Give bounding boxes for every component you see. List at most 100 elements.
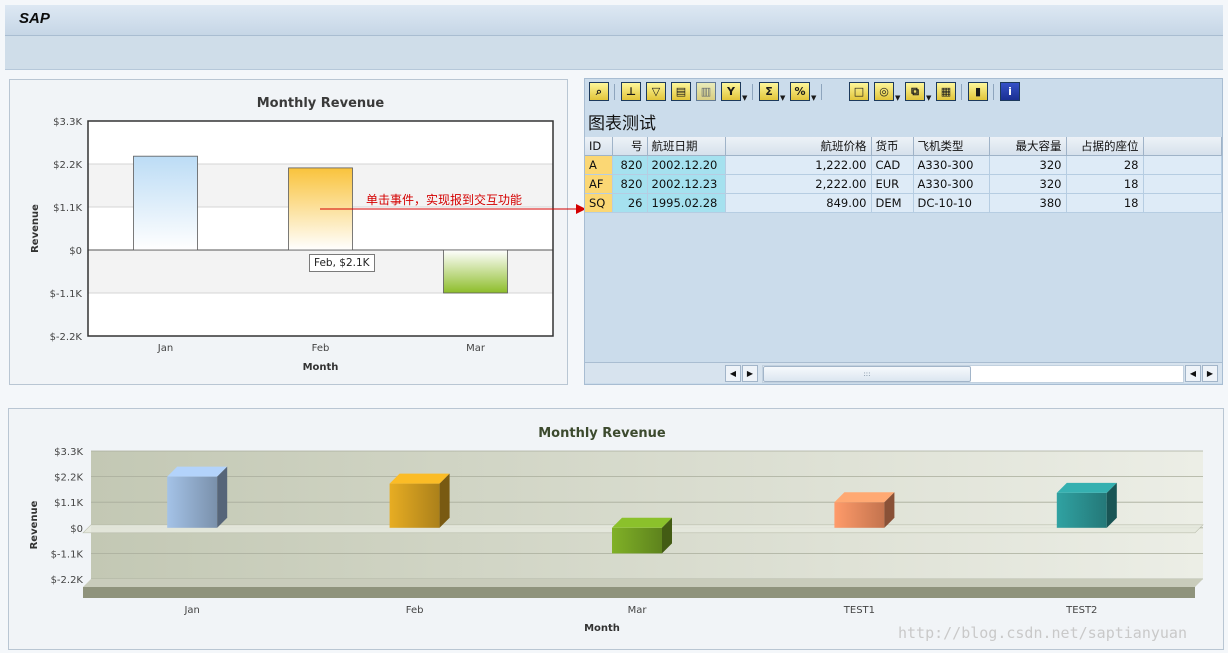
bar-jan[interactable] — [167, 466, 228, 528]
export-icon[interactable]: ◎ — [874, 82, 894, 101]
column-header-id[interactable]: ID — [585, 137, 613, 156]
cell-price[interactable]: 2,222.00 — [725, 174, 872, 194]
bar-top — [612, 517, 672, 528]
cell-max-capacity[interactable]: 320 — [989, 174, 1067, 194]
find-icon[interactable]: ▥ — [696, 82, 716, 101]
cell-occupied[interactable]: 28 — [1066, 155, 1144, 175]
cell-id[interactable]: A — [585, 155, 613, 175]
cell-currency[interactable]: EUR — [871, 174, 914, 194]
cell-filler — [1143, 193, 1222, 213]
cell-date[interactable]: 2002.12.23 — [647, 174, 726, 194]
sum-icon[interactable]: Σ — [759, 82, 779, 101]
subtotal-icon[interactable]: % — [790, 82, 810, 101]
watermark: http://blog.csdn.net/saptianyuan — [898, 624, 1187, 642]
chart-icon[interactable]: ▮ — [968, 82, 988, 101]
cell-max-capacity[interactable]: 380 — [989, 193, 1067, 213]
cell-plane-type[interactable]: DC-10-10 — [913, 193, 990, 213]
cell-occupied[interactable]: 18 — [1066, 174, 1144, 194]
cell-filler — [1143, 155, 1222, 175]
bar-top — [167, 466, 228, 477]
chart-title: Monthly Revenue — [257, 96, 385, 111]
table-header-row: ID 号 航班日期 航班价格 货币 飞机类型 最大容量 占据的座位 — [585, 137, 1222, 156]
bar-mar[interactable] — [443, 249, 508, 294]
x-tick-label: Jan — [157, 343, 173, 354]
print-preview-icon[interactable]: □ — [849, 82, 869, 101]
y-tick-label: $1.1K — [54, 498, 83, 509]
x-tick-label: TEST1 — [843, 605, 875, 616]
column-header-plane-type[interactable]: 飞机类型 — [913, 137, 990, 156]
bar-jan[interactable] — [133, 155, 198, 251]
cell-date[interactable]: 1995.02.28 — [647, 193, 726, 213]
bar-front — [389, 483, 440, 528]
bar-feb[interactable] — [389, 473, 450, 528]
column-header-flight-date[interactable]: 航班日期 — [647, 137, 726, 156]
cell-currency[interactable]: DEM — [871, 193, 914, 213]
chevron-down-icon[interactable]: ▼ — [895, 95, 900, 102]
filter-icon[interactable]: ▽ — [646, 82, 666, 101]
cell-plane-type[interactable]: A330-300 — [913, 155, 990, 175]
scroll-left-icon[interactable]: ◀ — [725, 365, 741, 382]
cell-occupied[interactable]: 18 — [1066, 193, 1144, 213]
top-bar-chart[interactable]: $3.3K $2.2K $1.1K $0 $-1.1K $-2.2K Jan Feb Mar Mo… — [10, 80, 567, 384]
annotation-arrow — [320, 204, 586, 214]
x-tick-label: Feb — [312, 343, 330, 354]
bar-top — [389, 473, 450, 484]
set-filter-icon[interactable]: Y — [721, 82, 741, 101]
cell-max-capacity[interactable]: 320 — [989, 155, 1067, 175]
chevron-down-icon[interactable]: ▼ — [926, 95, 931, 102]
column-header-max-capacity[interactable]: 最大容量 — [989, 137, 1067, 156]
horizontal-scrollbar[interactable]: ◀ ▶ ::: ◀ ▶ — [585, 362, 1222, 383]
column-header-price[interactable]: 航班价格 — [725, 137, 872, 156]
cell-number[interactable]: 26 — [612, 193, 648, 213]
x-tick-label: Feb — [406, 605, 424, 616]
floor-front — [83, 587, 1195, 598]
bar-mar[interactable] — [612, 517, 672, 554]
cell-date[interactable]: 2002.12.20 — [647, 155, 726, 175]
table-row[interactable]: AF 820 2002.12.23 2,222.00 EUR A330-300 … — [585, 174, 1222, 194]
top-chart-pane: $3.3K $2.2K $1.1K $0 $-1.1K $-2.2K Jan Feb Mar Mo… — [9, 79, 568, 385]
cell-id[interactable]: SQ — [585, 193, 613, 213]
bar-top — [1056, 482, 1117, 493]
scroll-right-icon[interactable]: ▶ — [742, 365, 758, 382]
column-header-occupied-seats[interactable]: 占据的座位 — [1066, 137, 1144, 156]
x-tick-label: Mar — [466, 343, 486, 354]
y-tick-label: $-1.1K — [50, 289, 83, 300]
cell-number[interactable]: 820 — [612, 155, 648, 175]
scroll-left-icon[interactable]: ◀ — [1185, 365, 1201, 382]
y-tick-label: $2.2K — [53, 160, 82, 171]
layout-icon[interactable]: ⧉ — [905, 82, 925, 101]
scroll-right-icon[interactable]: ▶ — [1202, 365, 1218, 382]
table-row[interactable]: SQ 26 1995.02.28 849.00 DEM DC-10-10 380… — [585, 193, 1222, 213]
bar-front — [834, 502, 885, 528]
bottom-3d-bar-chart[interactable]: $3.3K $2.2K $1.1K $0 $-1.1K $-2.2K Jan Feb Mar TE… — [9, 409, 1223, 649]
chevron-down-icon[interactable]: ▼ — [742, 95, 747, 102]
cell-number[interactable]: 820 — [612, 174, 648, 194]
bar-front — [612, 527, 662, 554]
column-header-filler — [1143, 137, 1222, 156]
data-table: ID 号 航班日期 航班价格 货币 飞机类型 最大容量 占据的座位 A 820 … — [585, 137, 1222, 213]
cell-currency[interactable]: CAD — [871, 155, 914, 175]
grid-icon[interactable]: ▦ — [936, 82, 956, 101]
cell-price[interactable]: 1,222.00 — [725, 155, 872, 175]
chevron-down-icon[interactable]: ▼ — [811, 95, 816, 102]
y-tick-label: $0 — [69, 246, 82, 257]
app-title: SAP — [19, 10, 50, 27]
info-icon[interactable]: i — [1000, 82, 1020, 101]
y-axis-label: Revenue — [30, 204, 41, 253]
y-tick-label: $-2.2K — [50, 332, 83, 343]
print-icon[interactable]: ⊥ — [621, 82, 641, 101]
chevron-down-icon[interactable]: ▼ — [780, 95, 785, 102]
table-row[interactable]: A 820 2002.12.20 1,222.00 CAD A330-300 3… — [585, 155, 1222, 175]
cell-price[interactable]: 849.00 — [725, 193, 872, 213]
y-tick-label: $3.3K — [54, 447, 83, 458]
details-icon[interactable]: ⌕ — [589, 82, 609, 101]
save-icon[interactable]: ▤ — [671, 82, 691, 101]
column-header-number[interactable]: 号 — [612, 137, 648, 156]
bar-test1[interactable] — [834, 492, 895, 528]
cell-id[interactable]: AF — [585, 174, 613, 194]
column-header-currency[interactable]: 货币 — [871, 137, 914, 156]
bar-test2[interactable] — [1056, 482, 1117, 528]
scroll-thumb[interactable]: ::: — [763, 366, 971, 382]
cell-plane-type[interactable]: A330-300 — [913, 174, 990, 194]
alv-title: 图表测试 — [588, 114, 656, 134]
